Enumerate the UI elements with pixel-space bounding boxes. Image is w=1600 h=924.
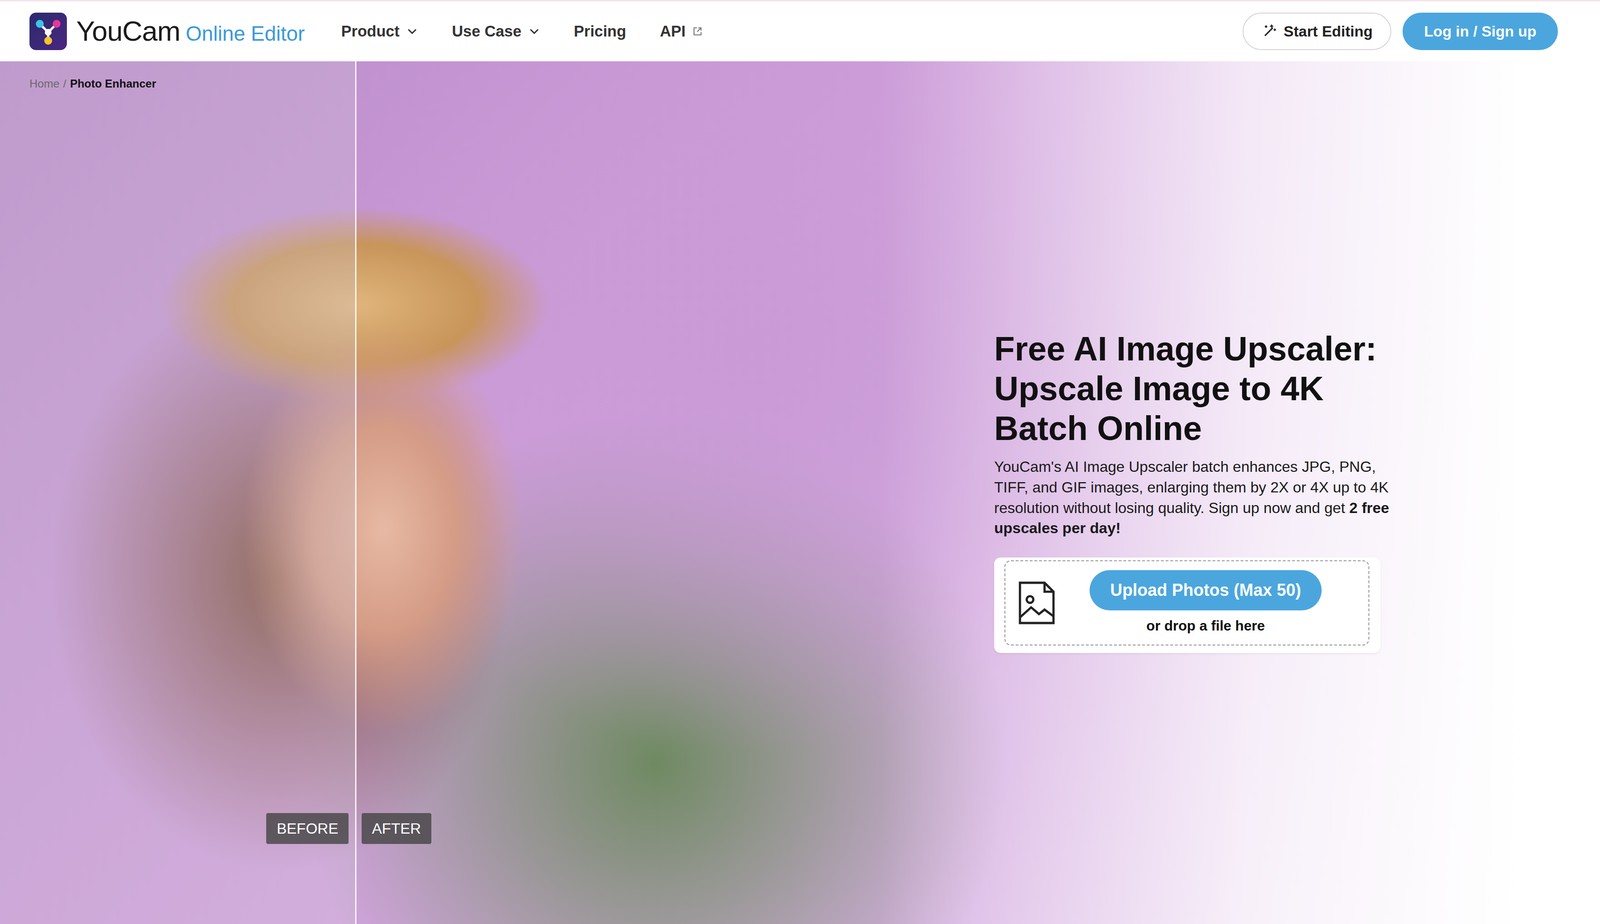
- before-label: BEFORE: [266, 812, 349, 844]
- nav-item[interactable]: API: [659, 19, 704, 44]
- logo-icon: [29, 12, 67, 51]
- drop-hint: or drop a file here: [1146, 614, 1265, 636]
- image-file-icon: [1016, 580, 1057, 626]
- description-text: YouCam's AI Image Upscaler batch enhance…: [994, 458, 1389, 517]
- breadcrumb-item[interactable]: Photo Enhancer: [70, 75, 157, 93]
- nav-item[interactable]: Use Case: [451, 19, 541, 44]
- nav-label: API: [659, 19, 686, 44]
- logo[interactable]: YouCamOnline Editor: [29, 12, 305, 51]
- nav-label: Product: [341, 19, 400, 44]
- magic-wand-icon: [1261, 23, 1278, 40]
- login-button[interactable]: Log in / Sign up: [1402, 12, 1558, 51]
- breadcrumb-separator: /: [63, 75, 67, 93]
- main-nav: Product Use Case Pricing API: [341, 19, 704, 44]
- drop-zone[interactable]: Upload Photos (Max 50) or drop a file her…: [1004, 560, 1370, 646]
- product-name: Online Editor: [185, 17, 305, 45]
- after-label: AFTER: [361, 812, 432, 844]
- header-actions: Start Editing Log in / Sign up: [1242, 12, 1558, 51]
- nav-item[interactable]: Product: [341, 19, 419, 44]
- compare-slider[interactable]: [355, 61, 357, 924]
- hero-description: YouCam's AI Image Upscaler batch enhance…: [994, 456, 1402, 539]
- button-label: Log in / Sign up: [1424, 20, 1537, 43]
- hero-title: Free AI Image Upscaler: Upscale Image to…: [994, 328, 1402, 449]
- brand-name: YouCam: [76, 15, 181, 47]
- nav-label: Pricing: [574, 19, 627, 44]
- breadcrumb: Home/Photo Enhancer: [29, 75, 157, 93]
- nav-label: Use Case: [451, 19, 522, 44]
- upload-actions: Upload Photos (Max 50) or drop a file her…: [1089, 569, 1322, 636]
- top-navbar: YouCamOnline Editor Product Use Case Pricin…: [0, 0, 1600, 62]
- button-label: Start Editing: [1283, 20, 1373, 43]
- breadcrumb-item[interactable]: Home: [29, 75, 60, 93]
- upload-card: Upload Photos (Max 50) or drop a file her…: [994, 557, 1381, 653]
- nav-item[interactable]: Pricing: [574, 19, 627, 44]
- hero-copy: Free AI Image Upscaler: Upscale Image to…: [994, 61, 1402, 653]
- hero: BEFORE AFTER Home/Photo Enhancer Free AI Im…: [0, 61, 1600, 924]
- external-link-icon: [691, 25, 704, 37]
- chevron-down-icon: [406, 25, 419, 38]
- chevron-down-icon: [528, 25, 541, 38]
- upload-button[interactable]: Upload Photos (Max 50): [1089, 569, 1322, 611]
- start-editing-button[interactable]: Start Editing: [1242, 12, 1392, 51]
